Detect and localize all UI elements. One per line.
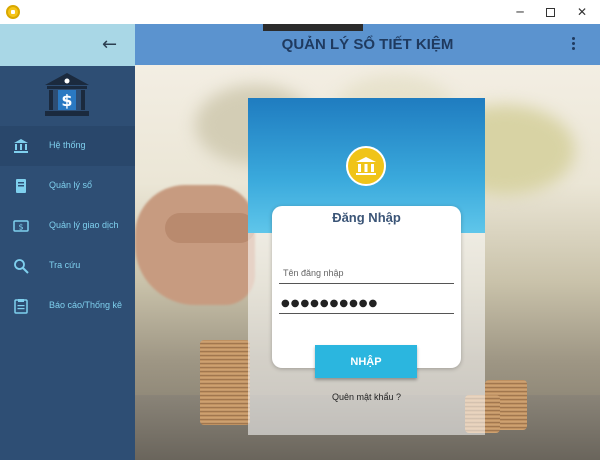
- sidebar-item-tra-cuu[interactable]: Tra cứu: [0, 246, 135, 286]
- clipboard-icon: [14, 299, 28, 314]
- svg-text:$: $: [18, 223, 23, 232]
- login-form: Đăng Nhập: [272, 206, 461, 368]
- username-input[interactable]: [279, 262, 454, 284]
- sidebar-item-label: Tra cứu: [49, 260, 81, 270]
- sidebar-item-bao-cao[interactable]: Báo cáo/Thống kê: [0, 286, 135, 326]
- search-icon: [14, 259, 29, 274]
- sidebar-header: ←: [0, 24, 135, 66]
- sidebar: ← $ Hệ thống Quản lý sổ $ Quản lý giao d…: [0, 24, 135, 460]
- bank-dollar-icon: $: [45, 73, 89, 116]
- sidebar-item-label: Hệ thống: [49, 140, 86, 150]
- sidebar-item-label: Báo cáo/Thống kê: [49, 300, 123, 310]
- minimize-button[interactable]: ─: [504, 0, 536, 24]
- app-header: QUẢN LÝ SỔ TIẾT KIỆM: [135, 24, 600, 65]
- sidebar-item-label: Quản lý sổ: [49, 180, 93, 190]
- forgot-password-link[interactable]: Quên mật khẩu ?: [248, 392, 485, 402]
- login-logo: [346, 146, 386, 186]
- book-icon: [16, 179, 26, 193]
- money-icon: $: [13, 220, 29, 232]
- password-input[interactable]: [279, 294, 454, 314]
- close-button[interactable]: ✕: [566, 0, 598, 24]
- header-drag-handle: [263, 24, 363, 31]
- svg-text:$: $: [61, 91, 72, 110]
- minimize-icon: ─: [516, 5, 524, 19]
- maximize-button[interactable]: [534, 0, 566, 24]
- page-title: QUẢN LÝ SỔ TIẾT KIỆM: [281, 36, 454, 53]
- close-icon: ✕: [576, 5, 588, 19]
- login-button[interactable]: NHẬP: [315, 345, 417, 378]
- login-title: Đăng Nhập: [332, 210, 401, 225]
- sidebar-item-he-thong[interactable]: Hệ thống: [0, 126, 135, 166]
- bank-icon: [356, 157, 376, 175]
- more-vertical-icon[interactable]: [567, 36, 579, 52]
- bank-icon: [14, 139, 28, 153]
- arrow-left-icon[interactable]: ←: [102, 35, 117, 55]
- sidebar-item-quan-ly-giao-dich[interactable]: $ Quản lý giao dịch: [0, 206, 135, 246]
- window-titlebar: ─ ✕: [0, 0, 600, 24]
- coin-icon: [6, 5, 20, 19]
- hand-finger-image: [165, 213, 255, 243]
- hand-image: [135, 185, 255, 305]
- sidebar-logo: $: [0, 66, 135, 126]
- sidebar-item-quan-ly-so[interactable]: Quản lý sổ: [0, 166, 135, 206]
- coin-stack: [200, 340, 250, 425]
- square-icon: [545, 7, 555, 17]
- sidebar-item-label: Quản lý giao dịch: [49, 220, 119, 230]
